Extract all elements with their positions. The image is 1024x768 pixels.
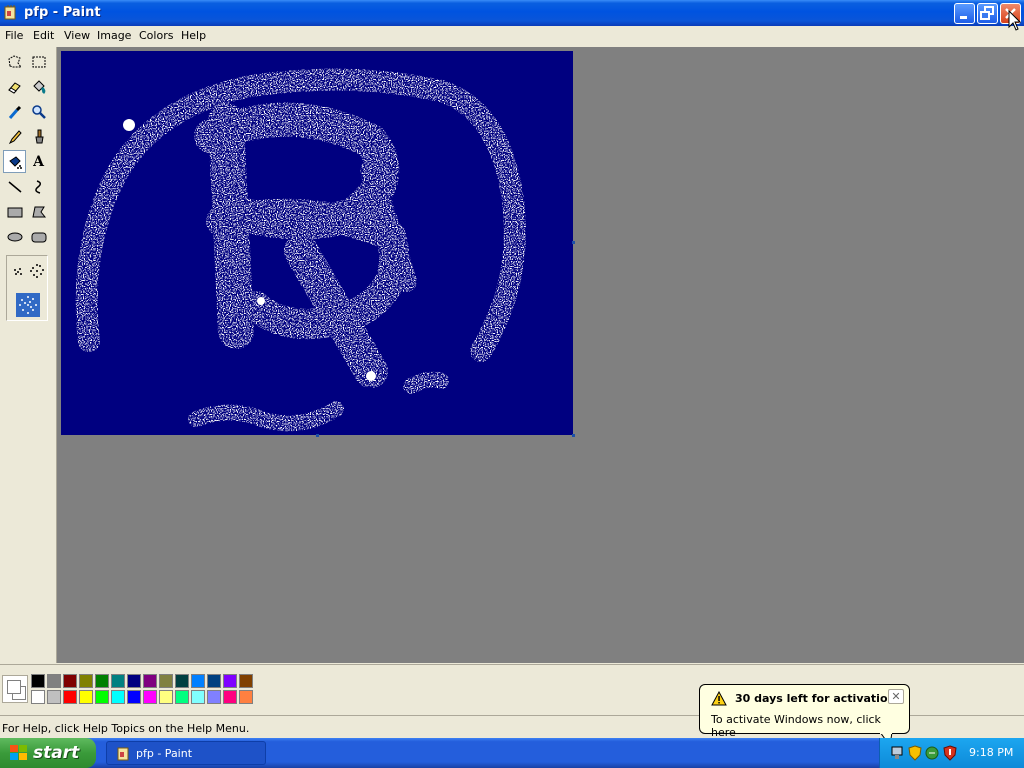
fill-with-color-icon[interactable] [27,75,50,98]
palette-swatch[interactable] [191,674,205,688]
taskbar-paint-label: pfp - Paint [136,747,193,760]
palette-swatch[interactable] [95,674,109,688]
minimize-button[interactable] [954,3,975,24]
palette-swatch[interactable] [223,690,237,704]
alert-shield-icon[interactable] [943,745,957,764]
palette-swatch[interactable] [31,690,45,704]
rectangle-icon[interactable] [3,200,26,223]
palette-swatch[interactable] [63,690,77,704]
menu-image[interactable]: Image [97,29,131,42]
palette-swatch[interactable] [31,674,45,688]
palette-swatch[interactable] [239,690,253,704]
palette-swatch[interactable] [207,674,221,688]
menu-view[interactable]: View [64,29,90,42]
system-tray: 9:18 PM [879,738,1024,768]
palette-swatch[interactable] [63,674,77,688]
window-title: pfp - Paint [24,5,101,20]
start-label: start [33,743,80,763]
resize-handle-right[interactable] [572,241,575,244]
activation-balloon[interactable]: 30 days left for activation To activate … [699,684,910,747]
eraser-icon[interactable] [3,75,26,98]
drawing-workspace[interactable] [57,47,1024,663]
paint-app-icon [117,746,131,765]
foreground-color[interactable] [7,680,21,694]
palette-swatch[interactable] [175,690,189,704]
curve-icon[interactable] [27,175,50,198]
spray-size-large[interactable] [16,293,40,317]
palette-swatch[interactable] [127,674,141,688]
palette-swatch[interactable] [159,674,173,688]
palette-swatch[interactable] [111,690,125,704]
current-colors[interactable] [2,675,28,703]
magnifier-icon[interactable] [27,100,50,123]
palette-swatch[interactable] [159,690,173,704]
palette-swatch[interactable] [191,690,205,704]
palette-swatch[interactable] [111,674,125,688]
menu-edit[interactable]: Edit [33,29,54,42]
security-shield-icon[interactable] [908,745,922,764]
airbrush-icon[interactable] [3,150,26,173]
balloon-title: 30 days left for activation [735,692,896,705]
polygon-icon[interactable] [27,200,50,223]
restore-button[interactable] [977,3,998,24]
palette-swatch[interactable] [127,690,141,704]
palette-swatch[interactable] [95,690,109,704]
line-icon[interactable] [3,175,26,198]
palette-swatch[interactable] [143,674,157,688]
palette-swatch[interactable] [47,674,61,688]
taskbar-paint-button[interactable]: pfp - Paint [106,741,266,765]
palette-swatch[interactable] [79,690,93,704]
paint-app-icon [4,5,18,21]
resize-handle-corner[interactable] [572,434,575,437]
menu-colors[interactable]: Colors [139,29,173,42]
menu-bar: File Edit View Image Colors Help [0,26,1024,46]
text-icon[interactable]: A [27,150,50,173]
title-bar[interactable]: pfp - Paint [0,0,1024,26]
rounded-rectangle-icon[interactable] [27,225,50,248]
drawing-canvas[interactable] [61,51,573,435]
menu-file[interactable]: File [5,29,23,42]
toolbox: A [0,47,57,663]
resize-handle-bottom[interactable] [316,434,319,437]
spray-size-medium[interactable] [28,262,46,280]
palette-swatch[interactable] [207,690,221,704]
windows-logo-icon [10,745,28,764]
brush-icon[interactable] [27,125,50,148]
palette-swatch[interactable] [175,674,189,688]
network-icon[interactable] [890,745,904,764]
palette-swatch[interactable] [79,674,93,688]
menu-help[interactable]: Help [181,29,206,42]
palette-swatch[interactable] [223,674,237,688]
tool-options [6,255,48,321]
ellipse-icon[interactable] [3,225,26,248]
spray-size-small[interactable] [10,264,26,280]
pick-color-icon[interactable] [3,100,26,123]
update-icon[interactable] [925,745,939,764]
mouse-cursor-icon [1008,10,1022,31]
clock[interactable]: 9:18 PM [969,746,1013,759]
start-button[interactable]: start [0,738,96,768]
pencil-icon[interactable] [3,125,26,148]
palette-swatch[interactable] [47,690,61,704]
select-icon[interactable] [27,50,50,73]
balloon-close-button[interactable]: ✕ [888,689,904,704]
free-form-select-icon[interactable] [3,50,26,73]
status-text: For Help, click Help Topics on the Help … [2,722,250,735]
palette-swatch[interactable] [239,674,253,688]
taskbar: start pfp - Paint 9:18 PM [0,738,1024,768]
palette-swatch[interactable] [143,690,157,704]
warning-icon [711,690,727,709]
